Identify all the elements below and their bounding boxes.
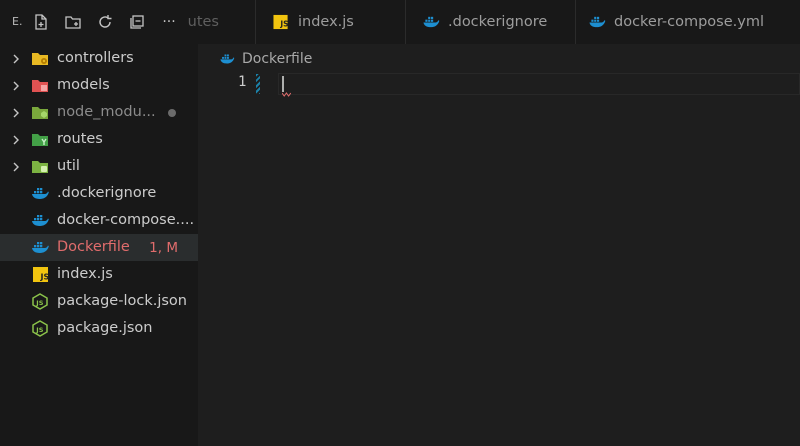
folder-node-icon: [32, 107, 48, 119]
explorer-header: E. ···: [0, 0, 198, 44]
text-cursor: [282, 76, 284, 92]
breadcrumb-label: Dockerfile: [242, 51, 313, 67]
editor-tabbar: utes JS index.js .dockerignore docker-co…: [188, 0, 800, 44]
refresh-icon[interactable]: [94, 11, 116, 33]
docker-icon: [589, 16, 606, 28]
tab-index-js[interactable]: JS index.js: [256, 0, 406, 44]
new-file-icon[interactable]: [30, 11, 52, 33]
chevron-right-icon: [13, 108, 19, 118]
tab-routes-partial[interactable]: utes: [188, 0, 256, 44]
docker-icon: [32, 215, 49, 226]
tree-folder-routes[interactable]: routes: [0, 126, 198, 153]
folder-routes-icon: [32, 134, 48, 146]
tree-item-label: util: [57, 158, 80, 174]
svg-text:JS: JS: [40, 273, 50, 282]
collapse-all-icon[interactable]: [126, 11, 148, 33]
tree-item-label: routes: [57, 131, 103, 147]
tree-file-docker-compose[interactable]: docker-compose....: [0, 207, 198, 234]
tab-label: utes: [187, 14, 219, 30]
nodejs-icon: JS: [32, 320, 48, 337]
folder-util-icon: [32, 161, 48, 173]
tree-item-label: models: [57, 77, 110, 93]
tree-folder-node-modules[interactable]: node_modu...: [0, 99, 198, 126]
svg-text:JS: JS: [279, 20, 288, 29]
tree-item-label: controllers: [57, 50, 134, 66]
tree-item-label: package.json: [57, 320, 153, 336]
explorer-title: E.: [12, 15, 23, 28]
docker-icon: [220, 54, 235, 64]
docker-icon: [32, 188, 49, 199]
explorer-sidebar: E. ··· controllers models node_modu... r…: [0, 0, 198, 446]
js-icon: JS: [33, 267, 50, 282]
js-icon: JS: [273, 14, 289, 30]
line-number: 1: [238, 74, 247, 90]
tree-folder-controllers[interactable]: controllers: [0, 45, 198, 72]
chevron-right-icon: [13, 162, 19, 172]
tab-label: index.js: [298, 14, 354, 30]
chevron-right-icon: [13, 135, 19, 145]
tree-item-label: node_modu...: [57, 104, 156, 120]
current-line-highlight: [278, 73, 800, 95]
folder-models-icon: [32, 80, 48, 92]
tree-item-label: index.js: [57, 266, 113, 282]
tree-item-label: Dockerfile: [57, 239, 130, 255]
chevron-right-icon: [13, 54, 19, 64]
tab-docker-compose[interactable]: docker-compose.yml: [576, 0, 800, 44]
gutter-added-marker: [256, 74, 260, 94]
chevron-right-icon: [13, 81, 19, 91]
tree-item-label: docker-compose....: [57, 212, 195, 228]
tree-item-label: package-lock.json: [57, 293, 187, 309]
tab-label: .dockerignore: [448, 14, 548, 30]
tree-item-label: .dockerignore: [57, 185, 157, 201]
editor-area[interactable]: Dockerfile 1: [198, 44, 800, 446]
svg-text:JS: JS: [35, 326, 43, 334]
ignored-dot: [168, 109, 176, 117]
tree-file-dockerfile[interactable]: Dockerfile 1, M: [0, 234, 198, 261]
tree-file-dockerignore[interactable]: .dockerignore: [0, 180, 198, 207]
tree-file-package-lock[interactable]: JS package-lock.json: [0, 288, 198, 315]
folder-controllers-icon: [32, 53, 48, 65]
error-squiggle: [282, 92, 291, 97]
breadcrumb[interactable]: Dockerfile: [218, 49, 312, 69]
tab-dockerignore[interactable]: .dockerignore: [406, 0, 576, 44]
nodejs-icon: JS: [32, 293, 48, 310]
tree-folder-util[interactable]: util: [0, 153, 198, 180]
tree-file-package-json[interactable]: JS package.json: [0, 315, 198, 342]
tree-folder-models[interactable]: models: [0, 72, 198, 99]
docker-icon: [32, 242, 49, 253]
status-badge: 1, M: [149, 240, 178, 256]
tab-label: docker-compose.yml: [614, 14, 764, 30]
svg-text:JS: JS: [35, 299, 43, 307]
new-folder-icon[interactable]: [62, 11, 84, 33]
tree-file-index-js[interactable]: JS index.js: [0, 261, 198, 288]
docker-icon: [423, 16, 440, 28]
more-icon[interactable]: ···: [158, 11, 180, 33]
